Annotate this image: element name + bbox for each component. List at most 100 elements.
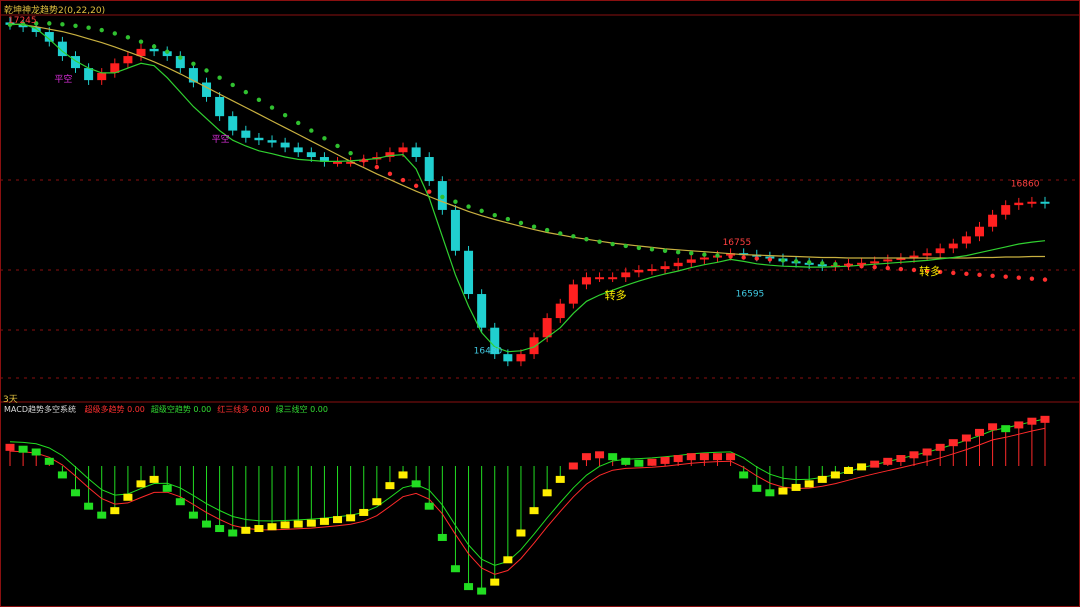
trend-dot-62 bbox=[820, 261, 825, 266]
macd-block-45 bbox=[595, 451, 605, 459]
candle-77 bbox=[1014, 202, 1024, 206]
macd-block-49 bbox=[647, 458, 657, 466]
macd-block-14 bbox=[188, 511, 198, 519]
macd-block-43 bbox=[568, 462, 578, 470]
trend-dot-79 bbox=[1042, 277, 1048, 282]
macd-block-22 bbox=[293, 520, 303, 528]
trend-dot-38 bbox=[505, 216, 511, 222]
trend-dot-13 bbox=[178, 55, 183, 60]
trend-dot-33 bbox=[440, 194, 445, 200]
macd-block-42 bbox=[555, 475, 565, 483]
price-label-16860: 16860 bbox=[1011, 180, 1040, 190]
trend-dot-26 bbox=[348, 150, 353, 156]
macd-legend: MACD趋势多空系统 超级多趋势 0.00 超级空趋势 0.00 红三线多 0.00… bbox=[4, 404, 334, 415]
trend-dot-34 bbox=[453, 199, 458, 204]
trend-dot-21 bbox=[282, 113, 288, 118]
candle-23 bbox=[306, 152, 316, 158]
trend-dot-60 bbox=[793, 259, 799, 264]
trend-dot-64 bbox=[846, 262, 851, 268]
macd-block-77 bbox=[1014, 421, 1024, 429]
trend-dot-16 bbox=[217, 75, 222, 80]
macd-block-46 bbox=[608, 453, 618, 461]
trend-dot-19 bbox=[256, 97, 262, 103]
macd-block-25 bbox=[333, 516, 343, 524]
candle-50 bbox=[660, 266, 670, 270]
macd-block-69 bbox=[909, 451, 919, 459]
macd-signal-red bbox=[9, 427, 1046, 575]
trend-dot-49 bbox=[649, 247, 655, 252]
macd-block-12 bbox=[162, 484, 172, 492]
macd-block-28 bbox=[372, 498, 382, 506]
trend-dot-39 bbox=[518, 220, 524, 226]
candle-11 bbox=[149, 48, 159, 52]
trend-dot-75 bbox=[990, 273, 995, 278]
price-label-16595: 16595 bbox=[736, 290, 765, 300]
candle-78 bbox=[1027, 201, 1037, 204]
trend-dot-65 bbox=[859, 263, 864, 269]
trend-dot-47 bbox=[623, 243, 628, 249]
candle-46 bbox=[608, 277, 618, 280]
candle-45 bbox=[595, 277, 605, 280]
price-label-17245: 17245 bbox=[8, 16, 37, 26]
macd-block-40 bbox=[529, 507, 539, 515]
trend-dot-40 bbox=[531, 224, 537, 229]
candle-40 bbox=[529, 337, 539, 355]
macd-block-54 bbox=[712, 453, 722, 461]
trend-dot-48 bbox=[636, 245, 642, 251]
macd-block-39 bbox=[516, 529, 526, 537]
trend-dot-15 bbox=[204, 68, 209, 73]
trend-dot-7 bbox=[99, 27, 104, 33]
macd-block-47 bbox=[621, 457, 631, 465]
candle-18 bbox=[241, 130, 251, 138]
signal-3: 转多 bbox=[919, 264, 941, 278]
macd-block-63 bbox=[830, 471, 840, 479]
chart-svg: 16860165951648016755平空平空转多转多 bbox=[0, 0, 1080, 607]
trend-dot-51 bbox=[675, 250, 681, 255]
macd-block-21 bbox=[280, 521, 290, 529]
macd-block-64 bbox=[843, 466, 853, 474]
macd-block-2 bbox=[31, 448, 41, 456]
trend-dot-59 bbox=[780, 258, 786, 263]
candle-16 bbox=[215, 96, 225, 117]
trend-dot-57 bbox=[754, 256, 759, 261]
macd-block-16 bbox=[215, 525, 225, 533]
macd-block-55 bbox=[726, 453, 736, 461]
trend-dot-42 bbox=[558, 231, 563, 236]
macd-block-72 bbox=[948, 439, 958, 447]
macd-block-48 bbox=[634, 459, 644, 467]
macd-block-34 bbox=[450, 565, 460, 573]
trend-dot-61 bbox=[806, 260, 812, 265]
macd-block-57 bbox=[752, 484, 762, 492]
candle-72 bbox=[948, 243, 958, 249]
trend-dot-5 bbox=[73, 23, 78, 28]
candle-75 bbox=[988, 214, 998, 227]
candle-52 bbox=[686, 259, 696, 263]
macd-block-66 bbox=[870, 460, 880, 468]
macd-block-61 bbox=[804, 480, 814, 488]
trend-dot-3 bbox=[47, 21, 52, 26]
macd-block-58 bbox=[765, 489, 775, 497]
macd-block-74 bbox=[974, 428, 984, 436]
trend-dot-18 bbox=[243, 89, 249, 95]
trend-dot-29 bbox=[387, 171, 393, 177]
macd-block-62 bbox=[817, 475, 827, 483]
macd-block-70 bbox=[922, 448, 932, 456]
trend-dot-11 bbox=[151, 44, 157, 49]
trend-dot-56 bbox=[741, 255, 746, 260]
macd-block-35 bbox=[464, 583, 474, 591]
price-label-16480: 16480 bbox=[474, 347, 503, 357]
candle-39 bbox=[516, 354, 526, 362]
candle-73 bbox=[961, 236, 971, 244]
trend-dot-24 bbox=[322, 136, 327, 141]
trend-dot-67 bbox=[885, 265, 890, 271]
macd-block-76 bbox=[1001, 425, 1011, 433]
candle-53 bbox=[699, 257, 709, 260]
candle-47 bbox=[621, 272, 631, 278]
macd-block-73 bbox=[961, 434, 971, 442]
signal-1: 平空 bbox=[212, 133, 230, 145]
trend-dot-46 bbox=[610, 241, 615, 247]
candle-34 bbox=[450, 209, 460, 251]
candle-15 bbox=[202, 82, 212, 97]
macd-block-71 bbox=[935, 443, 945, 451]
trend-dot-45 bbox=[597, 239, 602, 244]
